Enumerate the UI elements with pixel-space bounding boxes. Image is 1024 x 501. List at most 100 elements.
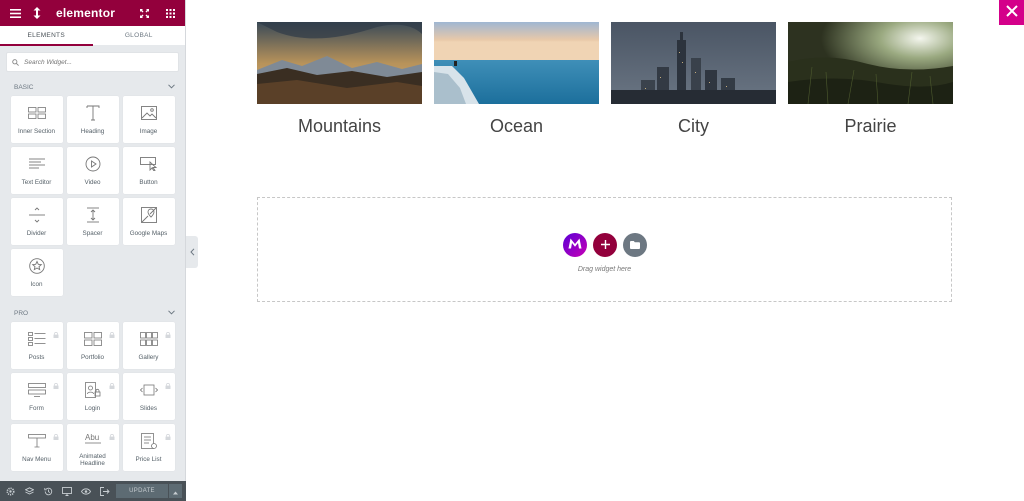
apps-grid-icon[interactable] bbox=[161, 4, 179, 22]
history-icon[interactable] bbox=[42, 485, 54, 497]
search-wrapper bbox=[0, 46, 185, 72]
widget-label: Icon bbox=[30, 281, 43, 288]
widget-label: Form bbox=[29, 405, 44, 412]
category-pro-header[interactable]: Pro bbox=[0, 304, 185, 322]
posts-icon bbox=[27, 330, 46, 348]
drag-widget-text: Drag widget here bbox=[577, 266, 632, 273]
widget-label: Video bbox=[84, 179, 101, 186]
google-maps-icon bbox=[140, 206, 158, 224]
gallery-caption: Mountains bbox=[297, 116, 382, 136]
exit-icon[interactable] bbox=[99, 485, 111, 497]
add-new-section-button[interactable] bbox=[593, 233, 617, 257]
widget-label: Gallery bbox=[138, 354, 159, 361]
lock-icon bbox=[165, 325, 171, 338]
widget-label: Login bbox=[84, 405, 101, 412]
gallery-item-city[interactable]: City bbox=[611, 22, 776, 137]
collapse-panel-handle[interactable] bbox=[186, 236, 198, 268]
search-icon bbox=[12, 53, 19, 71]
update-options-button[interactable] bbox=[168, 484, 182, 498]
navigator-layers-icon[interactable] bbox=[23, 485, 35, 497]
widget-label: Price List bbox=[135, 456, 162, 463]
widget-label: Divider bbox=[26, 230, 47, 237]
pro-widgets-grid: Posts Portfolio Gallery Form Login Slide… bbox=[0, 322, 185, 471]
svg-text:Abu: Abu bbox=[85, 433, 99, 442]
preview-canvas: Mountains Ocean City Prairie Drag widget… bbox=[199, 0, 1024, 501]
divider-icon bbox=[28, 206, 46, 224]
slides-icon bbox=[139, 381, 158, 399]
widget-heading[interactable]: Heading bbox=[66, 96, 119, 143]
gallery-caption: Prairie bbox=[844, 116, 897, 136]
button-icon bbox=[139, 155, 158, 173]
preview-eye-icon[interactable] bbox=[80, 485, 92, 497]
tab-elements[interactable]: Elements bbox=[0, 26, 93, 46]
gallery-item-prairie[interactable]: Prairie bbox=[788, 22, 953, 137]
dropzone-actions bbox=[563, 233, 647, 257]
widget-image[interactable]: Image bbox=[122, 96, 175, 143]
gallery-item-ocean[interactable]: Ocean bbox=[434, 22, 599, 137]
widget-divider[interactable]: Divider bbox=[10, 198, 63, 245]
inner-section-icon bbox=[27, 104, 46, 122]
settings-gear-icon[interactable] bbox=[4, 485, 16, 497]
elements-panel: elementor Elements Global bbox=[0, 0, 186, 501]
update-button[interactable]: UPDATE bbox=[116, 484, 168, 498]
lock-icon bbox=[109, 325, 115, 338]
widget-text-editor[interactable]: Text Editor bbox=[10, 147, 63, 194]
widget-label: Posts bbox=[28, 354, 45, 361]
widget-gallery[interactable]: Gallery bbox=[122, 322, 175, 369]
lock-icon bbox=[109, 376, 115, 389]
add-template-button[interactable] bbox=[623, 233, 647, 257]
widget-label: Text Editor bbox=[21, 179, 52, 186]
gallery-item-mountains[interactable]: Mountains bbox=[257, 22, 422, 137]
text-editor-icon bbox=[28, 155, 46, 173]
panel-tabs: Elements Global bbox=[0, 26, 185, 46]
folder-icon bbox=[630, 236, 640, 254]
widget-slides[interactable]: Slides bbox=[122, 373, 175, 420]
hamburger-menu-icon[interactable] bbox=[6, 4, 24, 22]
close-button[interactable] bbox=[999, 0, 1024, 25]
plus-icon bbox=[600, 236, 610, 254]
responsive-desktop-icon[interactable] bbox=[61, 485, 73, 497]
star-icon bbox=[28, 257, 46, 275]
fullscreen-icon[interactable] bbox=[135, 4, 153, 22]
mountains-image bbox=[257, 22, 422, 104]
widget-label: Spacer bbox=[82, 230, 103, 237]
category-basic-header[interactable]: Basic bbox=[0, 78, 185, 96]
tab-global[interactable]: Global bbox=[92, 26, 185, 46]
empty-section-dropzone[interactable]: Drag widget here bbox=[257, 197, 952, 302]
widget-inner-section[interactable]: Inner Section bbox=[10, 96, 63, 143]
search-widget-input[interactable] bbox=[24, 58, 173, 66]
lock-icon bbox=[109, 427, 115, 440]
gallery-caption: City bbox=[678, 116, 709, 136]
prairie-image bbox=[788, 22, 953, 104]
widget-spacer[interactable]: Spacer bbox=[66, 198, 119, 245]
widget-form[interactable]: Form bbox=[10, 373, 63, 420]
login-icon bbox=[84, 381, 102, 399]
widget-animated-headline[interactable]: Abu Animated Headline bbox=[66, 424, 119, 471]
widget-video[interactable]: Video bbox=[66, 147, 119, 194]
widget-label: Animated Headline bbox=[79, 452, 106, 467]
price-list-icon bbox=[140, 432, 158, 450]
panel-header: elementor bbox=[0, 0, 185, 26]
category-pro-title: Pro bbox=[14, 309, 29, 317]
form-icon bbox=[27, 381, 46, 399]
widget-price-list[interactable]: Price List bbox=[122, 424, 175, 471]
basic-widgets-grid: Inner Section Heading Image Text Editor … bbox=[0, 96, 185, 296]
widget-posts[interactable]: Posts bbox=[10, 322, 63, 369]
widget-google-maps[interactable]: Google Maps bbox=[122, 198, 175, 245]
widget-login[interactable]: Login bbox=[66, 373, 119, 420]
lock-icon bbox=[165, 376, 171, 389]
widget-nav-menu[interactable]: Nav Menu bbox=[10, 424, 63, 471]
elementor-logo: elementor bbox=[56, 6, 116, 20]
spacer-icon bbox=[84, 206, 102, 224]
template-kit-button[interactable] bbox=[563, 233, 587, 257]
widget-button[interactable]: Button bbox=[122, 147, 175, 194]
widget-portfolio[interactable]: Portfolio bbox=[66, 322, 119, 369]
resize-vertical-icon[interactable] bbox=[28, 4, 46, 22]
search-box[interactable] bbox=[6, 52, 179, 72]
chevron-down-icon bbox=[168, 83, 175, 91]
close-icon bbox=[1005, 4, 1018, 22]
animated-headline-icon: Abu bbox=[84, 429, 102, 447]
lock-icon bbox=[53, 427, 59, 440]
image-icon bbox=[140, 104, 158, 122]
widget-icon[interactable]: Icon bbox=[10, 249, 63, 296]
